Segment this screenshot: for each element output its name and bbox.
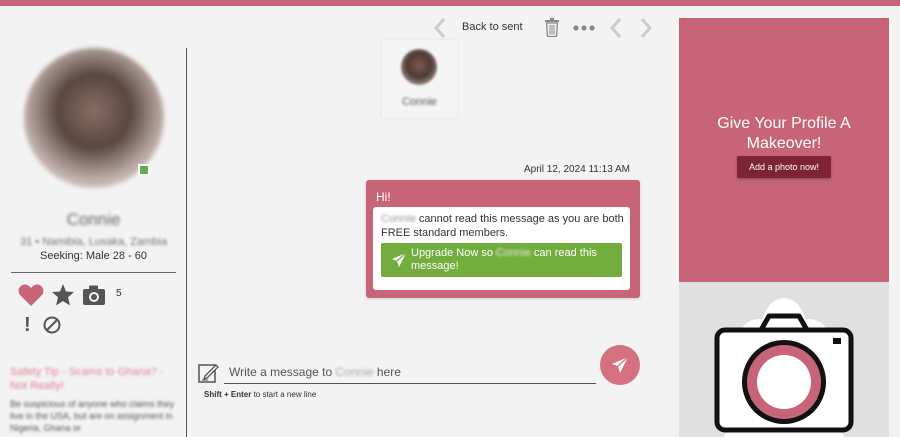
- more-options-icon[interactable]: [573, 25, 595, 31]
- sidebar-divider: [11, 272, 176, 273]
- upgrade-prefix: Upgrade Now so: [411, 247, 496, 259]
- camera-illustration-icon: [714, 298, 854, 437]
- chevron-left-icon[interactable]: [433, 17, 447, 39]
- safety-tip-title[interactable]: Safety Tip - Scams to Ghana? - Not Reall…: [10, 365, 175, 393]
- send-icon: [392, 252, 407, 267]
- profile-seeking: Seeking: Male 28 - 60: [39, 250, 147, 262]
- profile-location: 31 • Namibia, Lusaka, Zambia: [20, 236, 167, 248]
- compose-hint: Shift + Enter to start a new line: [204, 390, 316, 399]
- locked-message-notice: Connie cannot read this message as you a…: [373, 207, 630, 290]
- camera-icon[interactable]: [82, 284, 106, 306]
- input-placeholder-prefix: Write a message to: [229, 365, 336, 379]
- message-greeting: Hi!: [376, 190, 391, 204]
- promo-illustration: [679, 282, 889, 437]
- partner-name: Connie: [402, 96, 437, 108]
- promo-banner: Give Your Profile A Makeover! Add a phot…: [679, 18, 889, 282]
- input-placeholder-suffix: here: [373, 365, 401, 379]
- promo-title: Give Your Profile A Makeover!: [717, 115, 851, 152]
- profile-promo: Give Your Profile A Makeover! Add a phot…: [679, 18, 889, 437]
- upgrade-button-label: Upgrade Now so Connie can read this mess…: [411, 247, 616, 273]
- message-bubble: Hi! Connie cannot read this message as y…: [366, 180, 640, 298]
- input-placeholder-name: Connie: [335, 365, 374, 379]
- heart-icon[interactable]: [18, 283, 44, 307]
- send-button[interactable]: [600, 345, 640, 385]
- hint-text: to start a new line: [251, 390, 317, 399]
- message-timestamp: April 12, 2024 11:13 AM: [524, 164, 630, 175]
- star-icon[interactable]: [51, 283, 75, 307]
- conversation-partner-card[interactable]: Connie: [382, 40, 457, 118]
- report-icon[interactable]: !: [24, 315, 34, 335]
- back-to-sent-link[interactable]: Back to sent: [462, 21, 523, 33]
- notice-recipient-name: Connie: [381, 213, 416, 225]
- message-input[interactable]: Write a message to Connie here: [224, 362, 596, 384]
- notice-message: cannot read this message as you are both…: [381, 213, 624, 239]
- block-icon[interactable]: [43, 316, 61, 334]
- profile-name[interactable]: Connie: [0, 210, 187, 230]
- upgrade-recipient-name: Connie: [496, 247, 531, 259]
- online-status-indicator: [138, 164, 150, 176]
- hint-keys: Shift + Enter: [204, 390, 252, 399]
- next-message-icon[interactable]: [639, 17, 653, 39]
- safety-tip-body: Be suspicious of anyone who claims they …: [10, 399, 175, 433]
- paper-plane-icon: [612, 356, 629, 373]
- add-photo-button[interactable]: Add a photo now!: [737, 156, 831, 178]
- compose-icon: [198, 364, 219, 383]
- previous-message-icon[interactable]: [609, 17, 623, 39]
- column-divider: [186, 48, 187, 437]
- trash-icon[interactable]: [544, 18, 560, 37]
- photo-count: 5: [116, 288, 122, 299]
- partner-avatar[interactable]: [401, 49, 437, 85]
- notice-text: Connie cannot read this message as you a…: [381, 212, 624, 240]
- upgrade-now-button[interactable]: Upgrade Now so Connie can read this mess…: [381, 243, 622, 277]
